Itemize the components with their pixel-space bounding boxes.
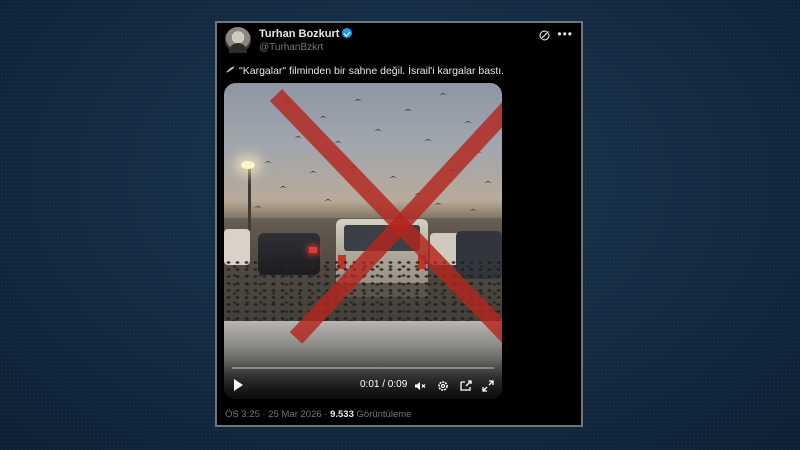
tweet-timestamp[interactable]: ÖS 3:25 · 25 Mar 2026 · — [225, 409, 327, 420]
tweet-text: "Kargalar" filminden bir sahne değil. İs… — [239, 65, 505, 77]
bird-emoji-icon — [225, 65, 236, 73]
video-player[interactable]: 0:01 / 0:09 — [224, 83, 502, 399]
author-name[interactable]: Turhan Bozkurt — [259, 28, 339, 40]
avatar[interactable] — [225, 27, 251, 53]
tweet-card: Turhan Bozkurt @TurhanBzkrt ••• "Kargala… — [215, 21, 583, 427]
video-progress-bar[interactable] — [232, 367, 494, 369]
tweet-footer: ÖS 3:25 · 25 Mar 2026 · 9.533 Görüntülem… — [225, 409, 411, 420]
red-cross-overlay — [269, 89, 502, 344]
tweet-text-row: "Kargalar" filminden bir sahne değil. İs… — [225, 64, 573, 77]
grok-icon[interactable] — [538, 29, 551, 42]
more-icon[interactable]: ••• — [557, 27, 573, 41]
expand-icon[interactable] — [482, 380, 494, 392]
author-name-row[interactable]: Turhan Bozkurt — [259, 28, 353, 40]
verified-badge-icon — [342, 28, 353, 38]
author-handle[interactable]: @TurhanBzkrt — [259, 42, 323, 53]
play-icon[interactable] — [234, 379, 243, 391]
views-label: Görüntüleme — [356, 409, 412, 420]
settings-icon[interactable] — [437, 380, 449, 392]
volume-muted-icon[interactable] — [414, 380, 426, 392]
views-count: 9.533 — [330, 409, 354, 420]
video-time: 0:01 / 0:09 — [360, 379, 408, 390]
fullscreen-enter-icon[interactable] — [460, 380, 472, 392]
video-controls: 0:01 / 0:09 — [224, 359, 502, 399]
tweet-header: Turhan Bozkurt @TurhanBzkrt ••• — [225, 27, 573, 61]
